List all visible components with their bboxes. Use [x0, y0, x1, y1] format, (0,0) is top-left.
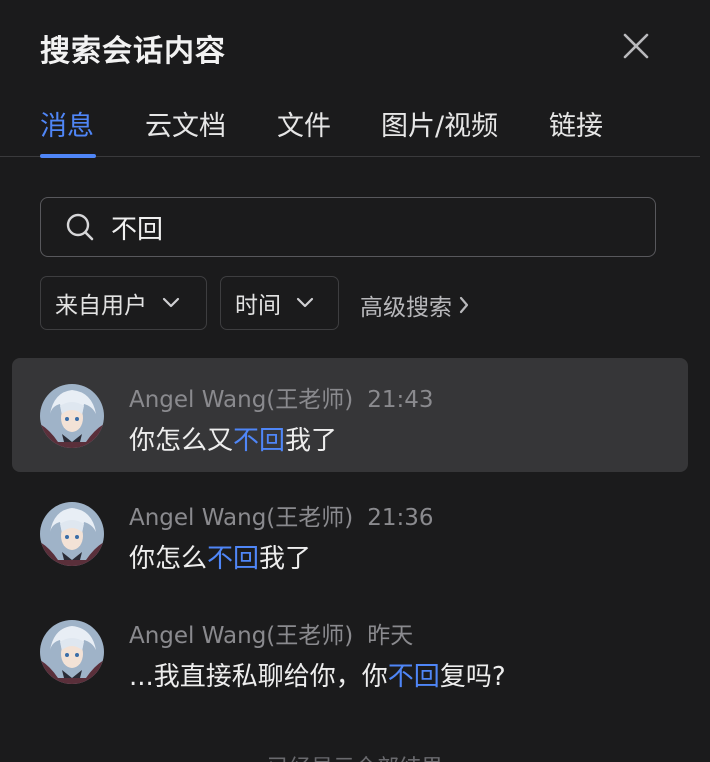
result-meta: Angel Wang(王老师) 昨天 [129, 616, 413, 650]
message-snippet: ...我直接私聊给你，你不回复吗? [129, 656, 506, 693]
close-button[interactable] [618, 28, 654, 64]
avatar [40, 384, 104, 448]
chevron-down-icon [161, 297, 181, 309]
snippet-text: 复吗? [439, 662, 506, 692]
snippet-text: 我了 [285, 426, 338, 456]
snippet-text: 你怎么又 [129, 426, 234, 456]
message-time: 21:43 [367, 387, 434, 413]
snippet-text: ...我直接私聊给你，你 [129, 662, 388, 692]
message-time: 21:36 [367, 505, 434, 531]
result-meta: Angel Wang(王老师) 21:43 [129, 380, 434, 414]
snippet-text: 我了 [259, 544, 312, 574]
from-user-filter-label: 来自用户 [55, 293, 147, 319]
tab-files[interactable]: 文件 [277, 104, 331, 143]
message-snippet: 你怎么又不回我了 [129, 420, 337, 457]
tab-cloud-docs[interactable]: 云文档 [145, 104, 226, 143]
result-item[interactable]: Angel Wang(王老师) 昨天 ...我直接私聊给你，你不回复吗? [12, 594, 688, 708]
search-input[interactable] [111, 212, 655, 242]
search-icon [65, 212, 95, 242]
snippet-highlight: 不回 [387, 662, 440, 692]
active-tab-indicator [40, 154, 96, 158]
result-meta: Angel Wang(王老师) 21:36 [129, 498, 434, 532]
message-snippet: 你怎么不回我了 [129, 538, 311, 575]
snippet-text: 你怎么 [129, 544, 208, 574]
sender-name: Angel Wang(王老师) [129, 623, 354, 649]
time-filter[interactable]: 时间 [220, 276, 339, 330]
close-icon [623, 33, 649, 59]
avatar [40, 620, 104, 684]
avatar [40, 502, 104, 566]
search-chat-dialog: 搜索会话内容 消息 云文档 文件 图片/视频 链接 来自用户 时间 [0, 0, 710, 762]
tab-links[interactable]: 链接 [549, 104, 603, 143]
advanced-search-label: 高级搜索 [360, 295, 452, 321]
chevron-right-icon [458, 295, 470, 315]
tab-bar: 消息 云文档 文件 图片/视频 链接 [0, 104, 700, 158]
snippet-highlight: 不回 [207, 544, 260, 574]
result-item[interactable]: Angel Wang(王老师) 21:43 你怎么又不回我了 [12, 358, 688, 472]
time-filter-label: 时间 [235, 293, 281, 319]
dialog-title: 搜索会话内容 [40, 34, 226, 69]
tab-messages[interactable]: 消息 [40, 104, 94, 143]
sender-name: Angel Wang(王老师) [129, 387, 354, 413]
advanced-search-link[interactable]: 高级搜索 [360, 288, 470, 322]
chevron-down-icon [295, 297, 315, 309]
search-field[interactable] [40, 197, 656, 257]
tab-images-videos[interactable]: 图片/视频 [381, 104, 498, 143]
sender-name: Angel Wang(王老师) [129, 505, 354, 531]
message-time: 昨天 [367, 623, 414, 649]
result-item[interactable]: Angel Wang(王老师) 21:36 你怎么不回我了 [12, 476, 688, 590]
all-results-shown-hint: 已经显示全部结果 [0, 750, 710, 762]
snippet-highlight: 不回 [233, 426, 286, 456]
from-user-filter[interactable]: 来自用户 [40, 276, 207, 330]
